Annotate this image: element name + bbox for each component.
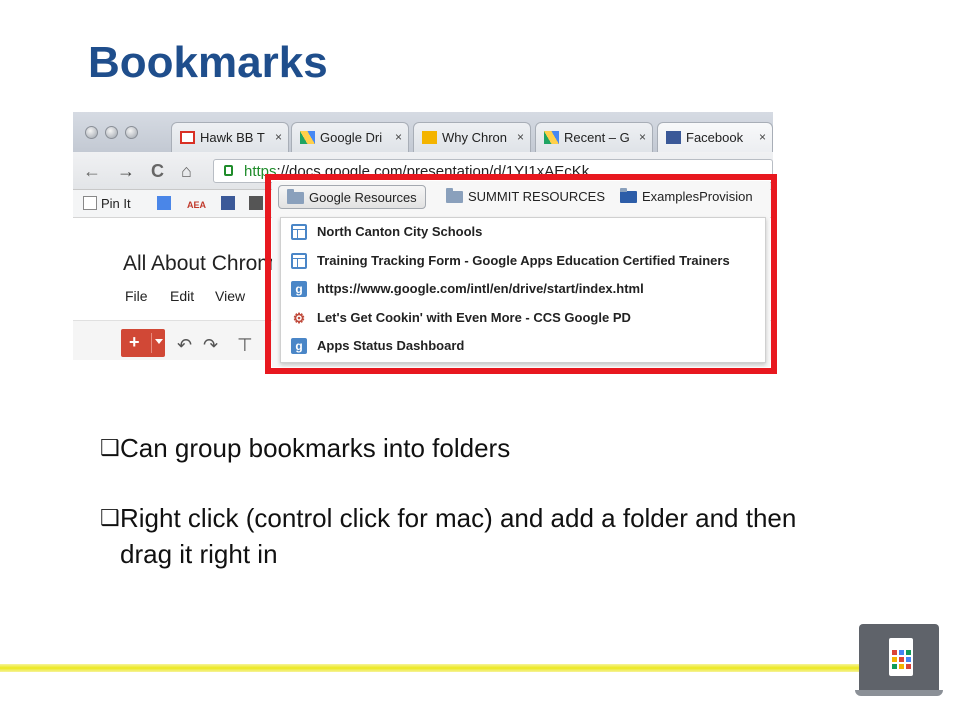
menu-view[interactable]: View <box>215 288 245 304</box>
tab-strip: Hawk BB T × Google Dri × Why Chron × Rec… <box>73 112 773 152</box>
grid-icon <box>249 196 263 210</box>
chromebook-icon <box>855 624 943 698</box>
tab-why-chrome[interactable]: Why Chron × <box>413 122 531 152</box>
slide-title: Bookmarks <box>88 38 328 87</box>
page-icon <box>83 196 97 210</box>
paint-format-icon[interactable]: ⊤ <box>237 335 253 356</box>
bookmark-facebook[interactable] <box>221 196 239 211</box>
tab-label: Why Chron <box>442 130 508 145</box>
forward-icon[interactable]: → <box>117 161 135 182</box>
aea-icon: AEA <box>187 200 207 210</box>
close-tab-icon[interactable]: × <box>639 130 646 144</box>
bookmark-pin-it[interactable]: Pin It <box>83 196 131 211</box>
docs-icon <box>157 196 171 210</box>
tab-label: Facebook <box>686 130 744 145</box>
chevron-down-icon[interactable] <box>155 339 163 344</box>
gmail-icon <box>180 131 195 144</box>
menu-file[interactable]: File <box>125 288 148 304</box>
bullet-list: ❑ Can group bookmarks into folders ❑ Rig… <box>100 430 800 572</box>
tab-facebook[interactable]: Facebook × <box>657 122 773 152</box>
close-window-icon[interactable] <box>85 126 98 139</box>
tab-label: Google Dri <box>320 130 383 145</box>
tab-google-drive[interactable]: Google Dri × <box>291 122 409 152</box>
back-icon[interactable]: ← <box>83 161 101 182</box>
close-tab-icon[interactable]: × <box>275 130 282 144</box>
footer-line <box>0 664 870 672</box>
close-tab-icon[interactable]: × <box>395 130 402 144</box>
lock-icon <box>224 165 233 176</box>
home-icon[interactable]: ⌂ <box>181 161 192 182</box>
bullet-item: ❑ Can group bookmarks into folders <box>100 430 800 466</box>
bookmark-aea[interactable]: AEA <box>187 196 206 211</box>
plus-icon: + <box>129 332 140 352</box>
zoom-window-icon[interactable] <box>125 126 138 139</box>
checkbox-bullet-icon: ❑ <box>100 435 120 460</box>
new-slide-button[interactable]: + <box>121 329 165 357</box>
tab-label: Hawk BB T <box>200 130 265 145</box>
tab-gmail[interactable]: Hawk BB T × <box>171 122 289 152</box>
minimize-window-icon[interactable] <box>105 126 118 139</box>
bullet-text: Right click (control click for mac) and … <box>120 503 797 569</box>
highlight-box <box>265 174 777 374</box>
close-tab-icon[interactable]: × <box>517 130 524 144</box>
google-drive-icon <box>544 131 559 144</box>
menu-edit[interactable]: Edit <box>170 288 194 304</box>
google-drive-icon <box>300 131 315 144</box>
bullet-text: Can group bookmarks into folders <box>120 433 511 463</box>
facebook-icon <box>666 131 681 144</box>
close-tab-icon[interactable]: × <box>759 130 766 144</box>
bookmark-docs[interactable] <box>157 196 175 211</box>
reload-icon[interactable]: C <box>151 161 164 182</box>
bookmark-label: Pin It <box>101 196 131 211</box>
slides-icon <box>422 131 437 144</box>
document-title[interactable]: All About Chrom <box>123 252 275 276</box>
bullet-item: ❑ Right click (control click for mac) an… <box>100 500 800 572</box>
tab-label: Recent – G <box>564 130 630 145</box>
tab-recent[interactable]: Recent – G × <box>535 122 653 152</box>
checkbox-bullet-icon: ❑ <box>100 505 120 530</box>
apps-grid-icon <box>889 638 913 676</box>
facebook-icon <box>221 196 235 210</box>
undo-icon[interactable]: ↶ <box>177 335 192 356</box>
redo-icon[interactable]: ↷ <box>203 335 218 356</box>
